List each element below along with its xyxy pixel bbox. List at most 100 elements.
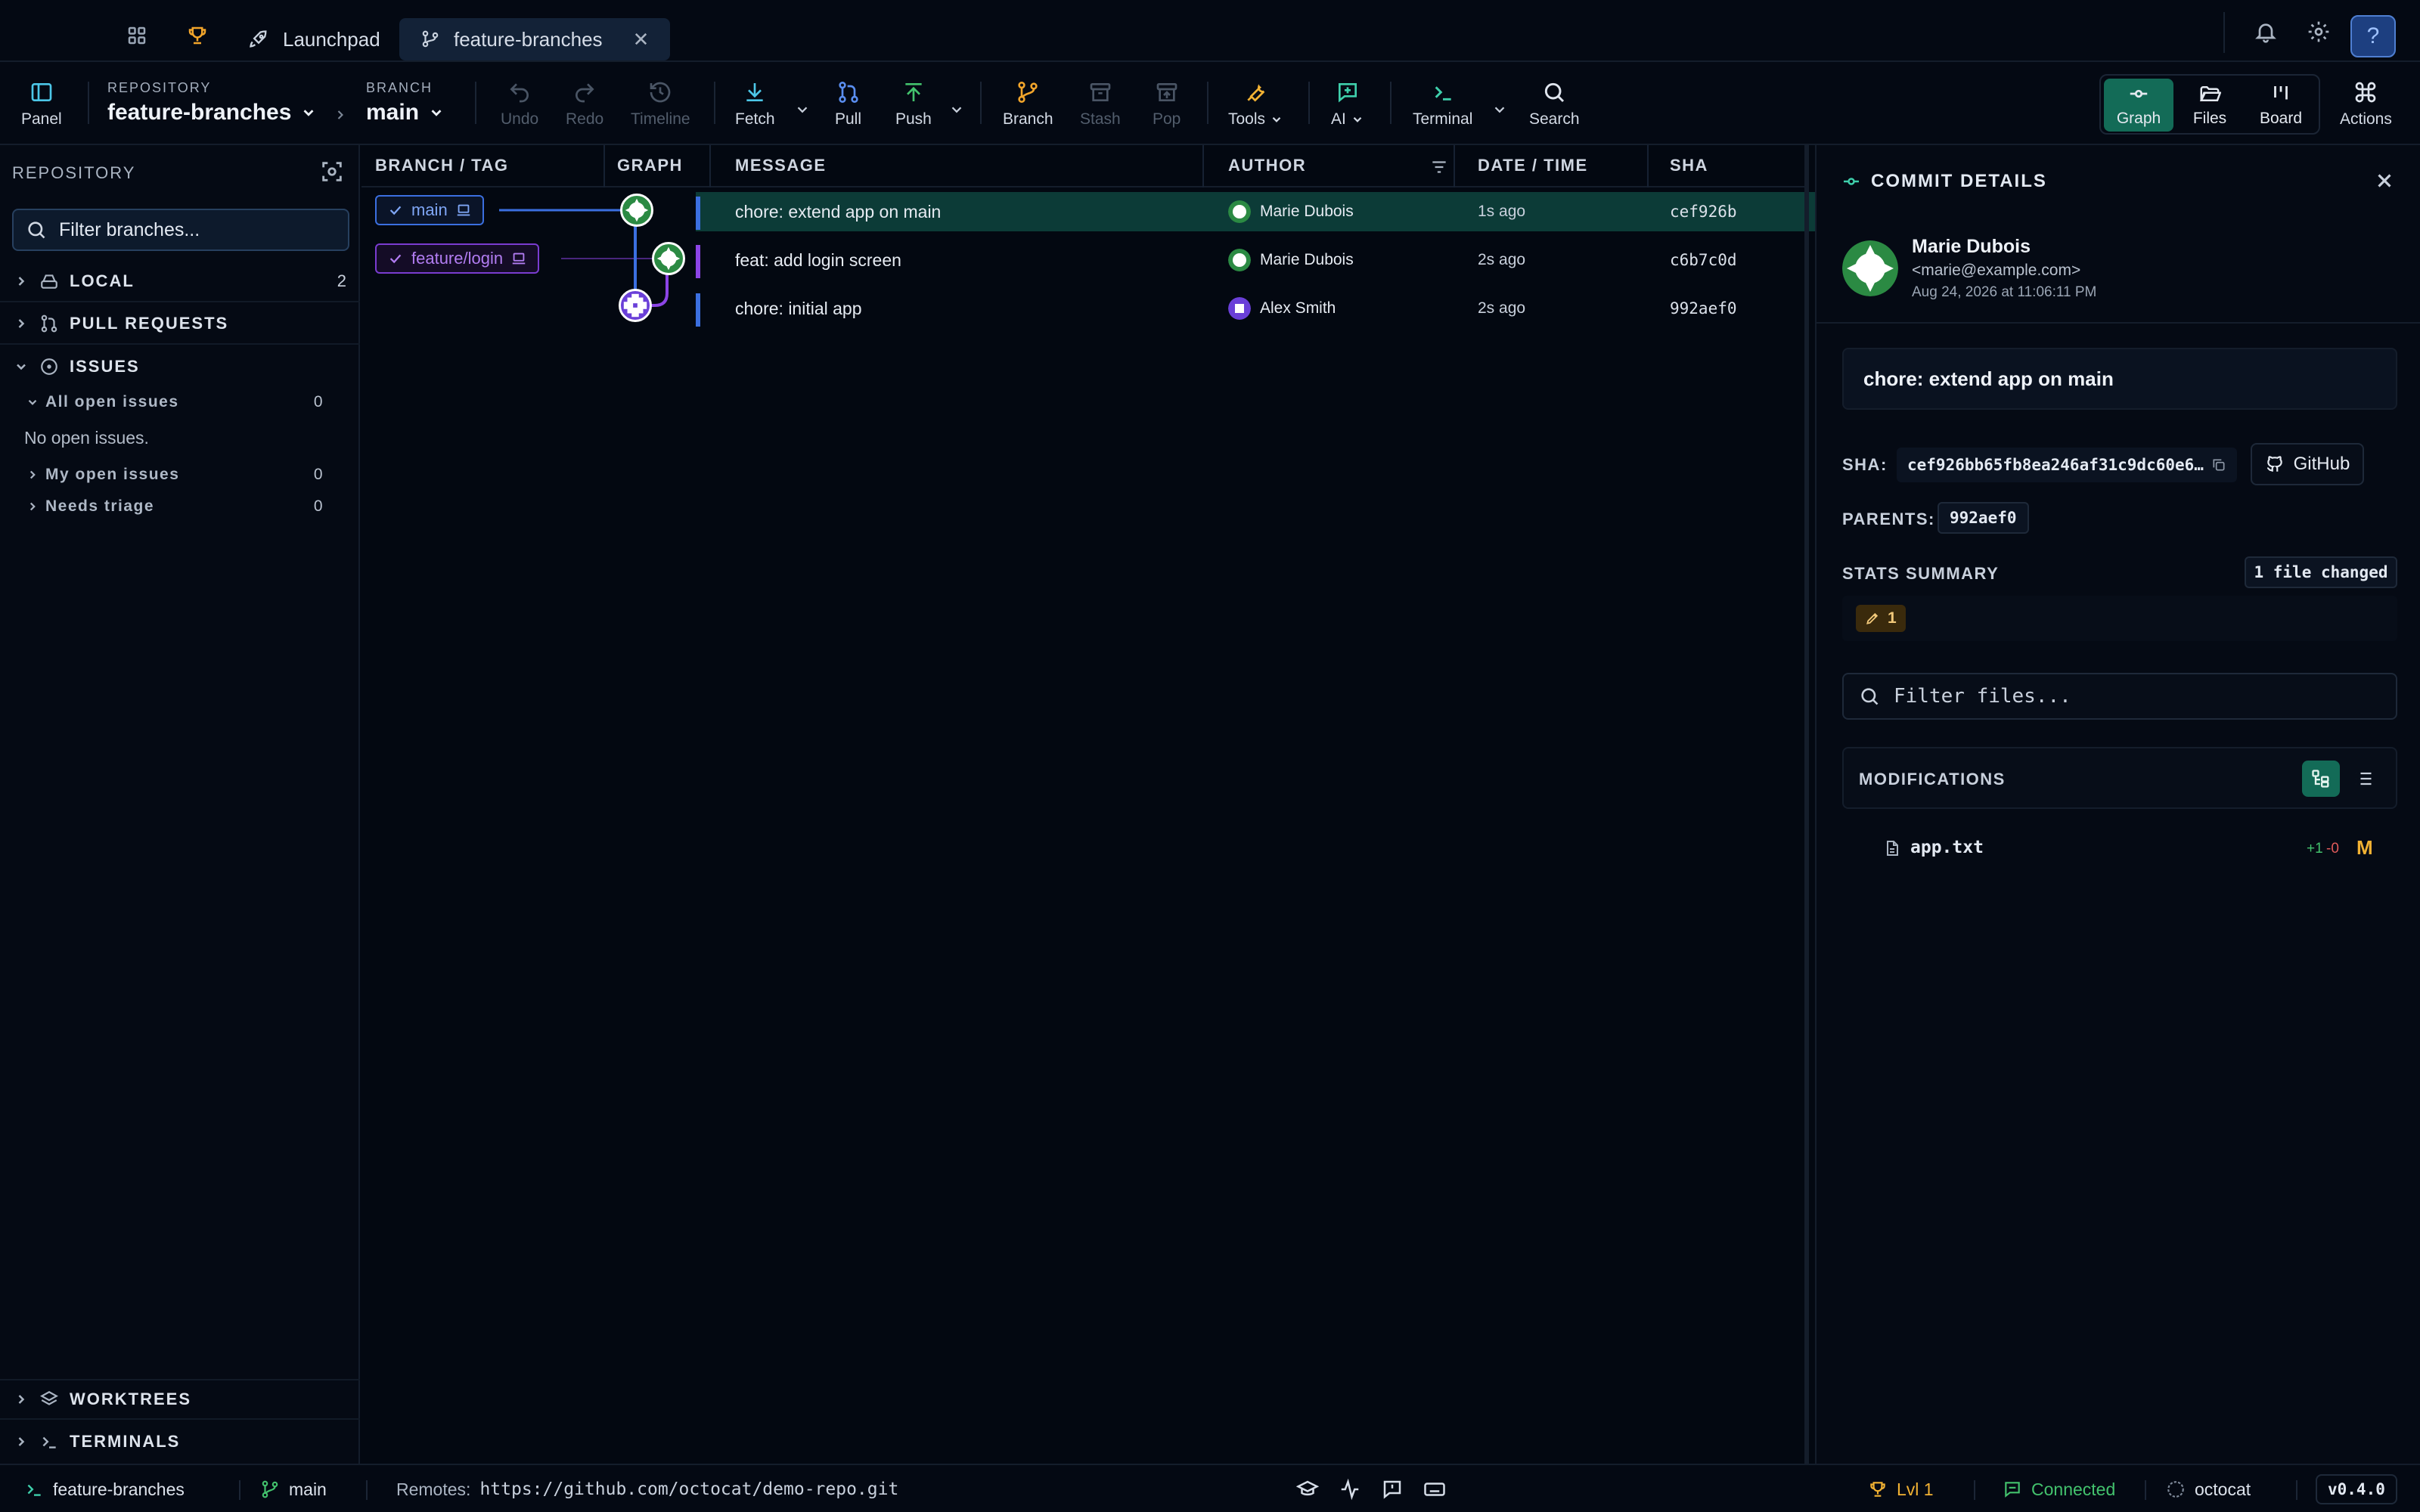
branch-chip-feature-login[interactable]: feature/login <box>375 243 540 274</box>
search-button[interactable]: Search <box>1529 80 1580 129</box>
laptop-icon <box>455 202 472 218</box>
pop-button[interactable]: Pop <box>1153 80 1181 129</box>
commit-message: chore: initial app <box>735 298 862 318</box>
graduation-cap-icon[interactable] <box>1296 1465 1319 1512</box>
status-branch[interactable]: main <box>260 1465 327 1512</box>
chevron-right-icon <box>333 107 348 122</box>
bell-icon[interactable] <box>2254 20 2278 44</box>
commit-message-box: chore: extend app on main <box>1842 348 2397 410</box>
github-button[interactable]: GitHub <box>2251 443 2364 485</box>
user-status[interactable]: octocat <box>2166 1465 2251 1512</box>
issues-needs-triage[interactable]: Needs triage 0 <box>26 497 334 516</box>
trophy-icon[interactable] <box>186 24 209 47</box>
pull-button[interactable]: Pull <box>835 80 861 129</box>
stash-label: Stash <box>1080 110 1121 128</box>
timeline-button[interactable]: Timeline <box>631 80 690 129</box>
stats-summary-label: STATS SUMMARY <box>1842 564 2000 583</box>
hard-drive-icon <box>39 271 59 291</box>
status-bar: feature-branches main Remotes: https://g… <box>0 1464 2420 1512</box>
commit-date: Aug 24, 2026 at 11:06:11 PM <box>1912 284 2097 300</box>
sidebar-section-local[interactable]: LOCAL 2 <box>0 262 360 302</box>
chat-status-icon <box>2003 1479 2022 1499</box>
feedback-icon[interactable] <box>1381 1465 1404 1512</box>
undo-button[interactable]: Undo <box>501 80 538 129</box>
author-name: Marie Dubois <box>1912 236 2031 257</box>
view-files-button[interactable]: Files <box>2175 79 2245 132</box>
terminal-button[interactable]: Terminal <box>1413 80 1472 129</box>
divider <box>2145 1480 2146 1500</box>
user-avatar[interactable]: ? <box>2350 15 2396 57</box>
divider <box>1390 82 1392 124</box>
branch-selector[interactable]: main <box>366 100 445 125</box>
fetch-button[interactable]: Fetch <box>735 80 775 129</box>
ai-menu-button[interactable]: AI <box>1331 80 1364 129</box>
branch-button[interactable]: Branch <box>1003 80 1053 129</box>
commit-node-avatar[interactable] <box>620 194 653 227</box>
commit-sha: cef926b <box>1670 203 1737 221</box>
sha-value-box[interactable]: cef926bb65fb8ea246af31c9dc60e6… <box>1897 448 2237 482</box>
commit-node-avatar[interactable] <box>652 242 685 275</box>
redo-label: Redo <box>566 110 604 128</box>
file-name: app.txt <box>1910 838 1984 857</box>
filter-branches-input[interactable]: Filter branches... <box>12 209 349 251</box>
sidebar-section-issues[interactable]: ISSUES <box>0 346 360 387</box>
chevron-right-icon <box>14 274 29 289</box>
issues-my-open[interactable]: My open issues 0 <box>26 466 334 484</box>
tab-feature-branches[interactable]: feature-branches ✕ <box>399 18 671 60</box>
section-label: PULL REQUESTS <box>70 314 229 333</box>
issues-group-label: My open issues <box>45 466 180 483</box>
keyboard-icon[interactable] <box>1423 1465 1446 1512</box>
graph-scrollbar[interactable] <box>1804 145 1809 1464</box>
repository-selector[interactable]: feature-branches <box>107 100 317 125</box>
close-icon[interactable] <box>2373 169 2396 192</box>
author-name: Marie Dubois <box>1260 203 1354 220</box>
connection-status[interactable]: Connected <box>2003 1465 2115 1512</box>
tab-bar: Launchpad feature-branches ✕ ? <box>0 0 2420 62</box>
parent-sha-chip[interactable]: 992aef0 <box>1938 502 2029 534</box>
issues-all-open[interactable]: All open issues 0 <box>26 393 334 411</box>
copy-icon[interactable] <box>2211 457 2226 472</box>
tab-label: feature-branches <box>454 27 603 51</box>
commit-author: Marie Dubois <box>1228 240 1354 280</box>
filter-files-input[interactable]: Filter files... <box>1842 673 2397 720</box>
sidebar-section-worktrees[interactable]: WORKTREES <box>0 1379 360 1420</box>
commit-author: Marie Dubois <box>1228 192 1354 231</box>
stash-button[interactable]: Stash <box>1080 80 1121 129</box>
activity-icon[interactable] <box>1339 1465 1361 1512</box>
remotes-label: Remotes: <box>396 1479 471 1499</box>
close-tab-icon[interactable]: ✕ <box>633 28 650 51</box>
tab-launchpad[interactable]: Launchpad <box>227 18 402 60</box>
focus-target-icon[interactable] <box>319 159 345 184</box>
grid-icon[interactable] <box>126 24 148 47</box>
remotes-url: https://github.com/octocat/demo-repo.git <box>479 1479 899 1499</box>
tree-view-toggle[interactable] <box>2302 761 2340 797</box>
redo-button[interactable]: Redo <box>566 80 603 129</box>
terminal-options-chevron-icon[interactable] <box>1491 101 1508 118</box>
gear-icon[interactable] <box>2307 20 2331 44</box>
panel-button[interactable]: Panel <box>21 80 62 129</box>
changed-file-row[interactable]: app.txt +1 -0 M <box>1842 830 2397 865</box>
view-graph-label: Graph <box>2116 110 2161 127</box>
branch-chip-main[interactable]: main <box>375 195 484 225</box>
lane-indicator <box>696 293 700 327</box>
sidebar-section-pull-requests[interactable]: PULL REQUESTS <box>0 304 360 345</box>
actions-button[interactable]: Actions <box>2340 80 2392 129</box>
section-label: ISSUES <box>70 357 140 376</box>
toolbar: Panel REPOSITORY feature-branches BRANCH… <box>0 62 2420 145</box>
modified-count-chip: 1 <box>1856 605 1906 632</box>
view-board-button[interactable]: Board <box>2246 79 2316 132</box>
commit-node-avatar[interactable] <box>619 289 652 322</box>
github-icon <box>2265 454 2285 474</box>
push-button[interactable]: Push <box>895 80 932 129</box>
tools-menu-button[interactable]: Tools <box>1228 80 1283 129</box>
push-options-chevron-icon[interactable] <box>948 101 965 118</box>
chevron-right-icon <box>14 316 29 331</box>
view-graph-button[interactable]: Graph <box>2104 79 2173 132</box>
sidebar-section-terminals[interactable]: TERMINALS <box>0 1421 360 1462</box>
status-repo[interactable]: feature-branches <box>24 1465 185 1512</box>
list-view-toggle[interactable] <box>2344 761 2382 797</box>
chevron-right-icon <box>26 468 39 482</box>
level-indicator[interactable]: Lvl 1 <box>1868 1465 1934 1512</box>
commit-graph-icon <box>2127 82 2150 105</box>
fetch-options-chevron-icon[interactable] <box>794 101 811 118</box>
